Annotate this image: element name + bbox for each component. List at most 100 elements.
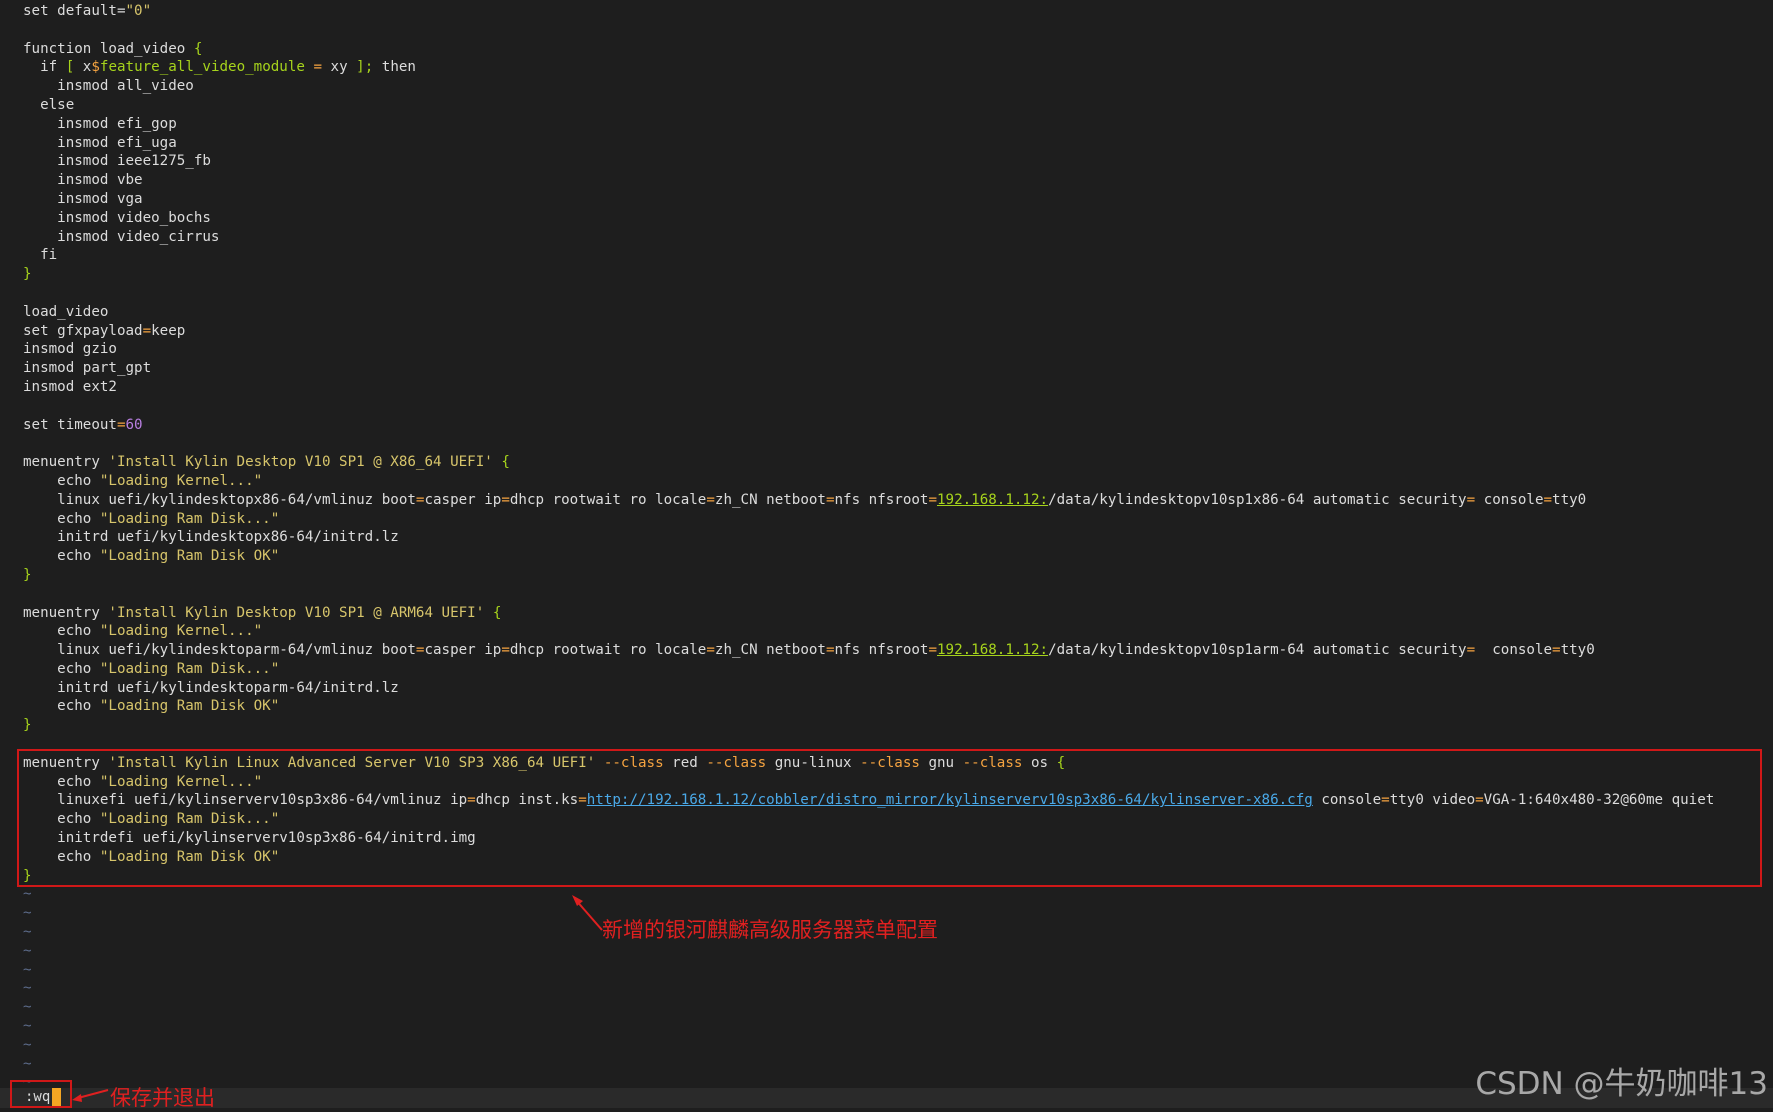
code-token: insmod efi_uga xyxy=(23,134,177,151)
code-line: insmod ieee1275_fb xyxy=(23,152,1773,171)
code-line: linux uefi/kylindesktoparm-64/vmlinuz bo… xyxy=(23,641,1773,660)
code-token: casper ip xyxy=(424,642,502,659)
code-token: /data/kylindesktopv10sp1arm-64 automatic… xyxy=(1048,642,1467,659)
code-token: 60 xyxy=(125,416,143,433)
code-token: ~ xyxy=(23,961,32,978)
code-token: else xyxy=(23,96,75,113)
code-line: load_video xyxy=(23,303,1773,322)
code-token: insmod video_bochs xyxy=(23,209,211,226)
code-token: { xyxy=(193,40,203,57)
code-token: $ xyxy=(91,59,100,76)
code-token: x xyxy=(74,59,92,76)
code-token: ~ xyxy=(23,1018,32,1035)
code-line: } xyxy=(23,265,1773,284)
code-token: = xyxy=(706,642,715,659)
code-token: ~ xyxy=(23,886,32,903)
code-token: fi xyxy=(23,247,58,264)
code-token: = xyxy=(1466,642,1476,659)
code-token: if xyxy=(23,59,66,76)
code-token: [ xyxy=(65,59,75,76)
code-token: { xyxy=(492,604,502,621)
code-line: insmod gzio xyxy=(23,340,1773,359)
code-token: ~ xyxy=(23,999,32,1016)
code-token: = xyxy=(116,416,126,433)
code-token: insmod ieee1275_fb xyxy=(23,153,211,170)
code-token: insmod vga xyxy=(23,190,143,207)
code-token: { xyxy=(501,454,510,471)
code-token: set timeout xyxy=(23,416,117,433)
code-token: } xyxy=(23,266,32,283)
code-token: insmod gzio xyxy=(23,341,117,358)
code-token: set default= xyxy=(23,3,126,19)
code-token: = xyxy=(928,642,938,659)
code-line: insmod part_gpt xyxy=(23,359,1773,378)
code-line: menuentry 'Install Kylin Desktop V10 SP1… xyxy=(23,453,1773,472)
code-token: 192.168.1.12: xyxy=(937,491,1049,508)
code-token: } xyxy=(23,566,32,583)
code-token: load_video xyxy=(23,303,109,320)
code-token: function load_video xyxy=(23,40,194,57)
code-line: initrd uefi/kylindesktopx86-64/initrd.lz xyxy=(23,528,1773,547)
code-line: insmod video_bochs xyxy=(23,209,1773,228)
code-token: 'Install Kylin Desktop V10 SP1 @ ARM64 U… xyxy=(108,604,485,621)
code-token: ~ xyxy=(23,980,32,997)
code-line: else xyxy=(23,96,1773,115)
code-token: = xyxy=(1466,491,1476,508)
code-line: fi xyxy=(23,246,1773,265)
code-line: function load_video { xyxy=(23,40,1773,59)
code-token: = xyxy=(928,491,938,508)
code-token: tty0 xyxy=(1552,491,1587,508)
code-line: ~ xyxy=(23,961,1773,980)
code-line: ~ xyxy=(23,942,1773,961)
code-line: ~ xyxy=(23,979,1773,998)
code-line: echo "Loading Ram Disk OK" xyxy=(23,697,1773,716)
code-line: insmod ext2 xyxy=(23,378,1773,397)
code-line: menuentry 'Install Kylin Desktop V10 SP1… xyxy=(23,604,1773,623)
code-token: = xyxy=(825,642,835,659)
code-token: set gfxpayload xyxy=(23,322,143,339)
code-token: = xyxy=(825,491,835,508)
code-token: ~ xyxy=(23,942,32,959)
code-token: } xyxy=(23,717,32,734)
code-token: linux uefi/kylindesktopx86-64/vmlinuz bo… xyxy=(23,491,416,508)
code-line: linux uefi/kylindesktopx86-64/vmlinuz bo… xyxy=(23,491,1773,510)
code-token: feature_all_video_module xyxy=(99,59,314,76)
code-token: then xyxy=(373,59,416,76)
code-line: ~ xyxy=(23,1017,1773,1036)
code-line: insmod efi_uga xyxy=(23,134,1773,153)
code-token: insmod ext2 xyxy=(23,378,117,395)
code-token: zh_CN netboot xyxy=(714,642,826,659)
code-token: tty0 xyxy=(1560,642,1595,659)
code-line: ~ xyxy=(23,885,1773,904)
code-token: echo xyxy=(23,660,100,677)
code-token: nfs nfsroot xyxy=(834,491,929,508)
code-token: = xyxy=(1543,491,1553,508)
code-token: insmod vbe xyxy=(23,172,143,189)
code-token: insmod all_video xyxy=(23,78,194,95)
code-line: insmod video_cirrus xyxy=(23,228,1773,247)
code-token: keep xyxy=(151,322,186,339)
highlight-box xyxy=(17,749,1762,887)
code-token: "0" xyxy=(125,3,152,19)
code-line: echo "Loading Ram Disk..." xyxy=(23,510,1773,529)
code-token: "Loading Ram Disk..." xyxy=(99,660,280,677)
code-token: ~ xyxy=(23,924,32,941)
code-line: echo "Loading Ram Disk..." xyxy=(23,660,1773,679)
code-token: echo xyxy=(23,510,100,527)
code-line: initrd uefi/kylindesktoparm-64/initrd.lz xyxy=(23,679,1773,698)
code-line: if [ x$feature_all_video_module = xy ]; … xyxy=(23,58,1773,77)
code-token: nfs nfsroot xyxy=(834,642,929,659)
code-token: = xyxy=(1552,642,1561,659)
code-line: echo "Loading Ram Disk OK" xyxy=(23,547,1773,566)
code-token: console xyxy=(1475,642,1553,659)
code-token: menuentry xyxy=(23,604,109,621)
code-line: echo "Loading Kernel..." xyxy=(23,622,1773,641)
code-token: echo xyxy=(23,472,100,489)
code-token: "Loading Ram Disk..." xyxy=(99,510,280,527)
code-line: ~ xyxy=(23,1036,1773,1055)
